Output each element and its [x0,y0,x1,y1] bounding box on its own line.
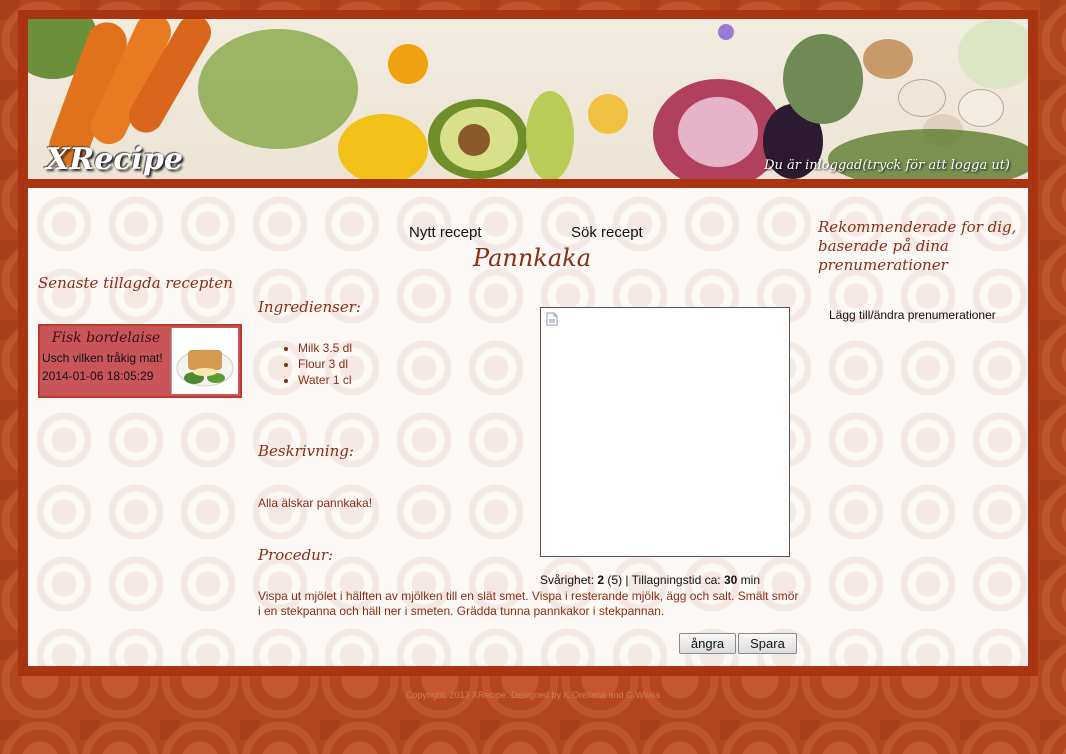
ingredient-item: Water 1 cl [298,372,352,388]
avocado-decoration [526,91,574,179]
recipe-card[interactable]: Fisk bordelaise Usch vilken tråkig mat! … [38,324,242,398]
cabbage-inner-decoration [678,97,758,167]
recipe-card-date: 2014-01-06 18:05:29 [42,369,154,383]
procedure-heading: Procedur: [258,546,334,564]
new-recipe-link[interactable]: Nytt recept [409,224,482,241]
description-heading: Beskrivning: [258,442,354,460]
app-logo[interactable]: XRecipe [46,142,183,177]
fennel-decoration [958,19,1028,89]
ingredient-item: Milk 3.5 dl [298,340,352,356]
header-banner: XRecipe Du är inloggad(tryck för att log… [28,19,1028,179]
difficulty-max: (5) [607,573,623,587]
recipe-card-name[interactable]: Fisk bordelaise [40,330,172,346]
recipe-image[interactable] [540,307,790,557]
recipe-meta: Svårighet: 2 (5) | Tillagningstid ca: 30… [540,573,760,587]
mushroom-decoration [958,89,1004,127]
nasturtium-decoration [388,44,428,84]
time-label: Tillagningstid ca: [631,573,721,587]
recipe-title: Pannkaka [473,244,591,272]
procedure-text: Vispa ut mjölet i hälften av mjölken til… [258,589,799,618]
description-text: Alla älskar pannkaka! [258,496,373,510]
difficulty-label: Svårighet: [540,573,595,587]
search-recipe-link[interactable]: Sök recept [571,224,643,241]
artichoke-decoration [783,34,863,124]
latest-recipes-heading: Senaste tillagda recepten [38,274,233,292]
mushroom-decoration [863,39,913,79]
broken-image-icon [546,312,558,326]
pepper-decoration [338,114,428,179]
difficulty-value: 2 [597,573,605,587]
subscriptions-link[interactable]: Lägg till/ändra prenumerationer [829,308,996,322]
ingredients-heading: Ingredienser: [258,298,361,316]
avocado-pit-decoration [458,124,490,156]
flower-decoration [718,24,734,40]
recipe-card-description: Usch vilken tråkig mat! [42,351,163,365]
logout-link[interactable]: Du är inloggad(tryck för att logga ut) [764,158,1010,173]
meta-separator: | [625,573,629,587]
recipe-card-thumbnail[interactable] [171,328,238,394]
footer-copyright: Copyright, 2013 XRecipe. Designed by K.O… [405,690,661,700]
undo-button[interactable]: ångra [679,633,736,654]
ingredient-item: Flour 3 dl [298,356,352,372]
save-button[interactable]: Spara [738,633,797,654]
mushroom-decoration [898,79,946,117]
ingredients-list: Milk 3.5 dl Flour 3 dl Water 1 cl [280,340,352,388]
physalis-decoration [588,94,628,134]
recommended-heading: Rekommenderade for dig, baserade på dina… [818,218,1017,274]
time-value: 30 [723,573,738,587]
time-unit: min [740,573,760,587]
page-frame: XRecipe Du är inloggad(tryck för att log… [18,10,1038,676]
main-content: Senaste tillagda recepten Fisk bordelais… [28,188,1028,666]
herb-decoration [198,29,358,149]
